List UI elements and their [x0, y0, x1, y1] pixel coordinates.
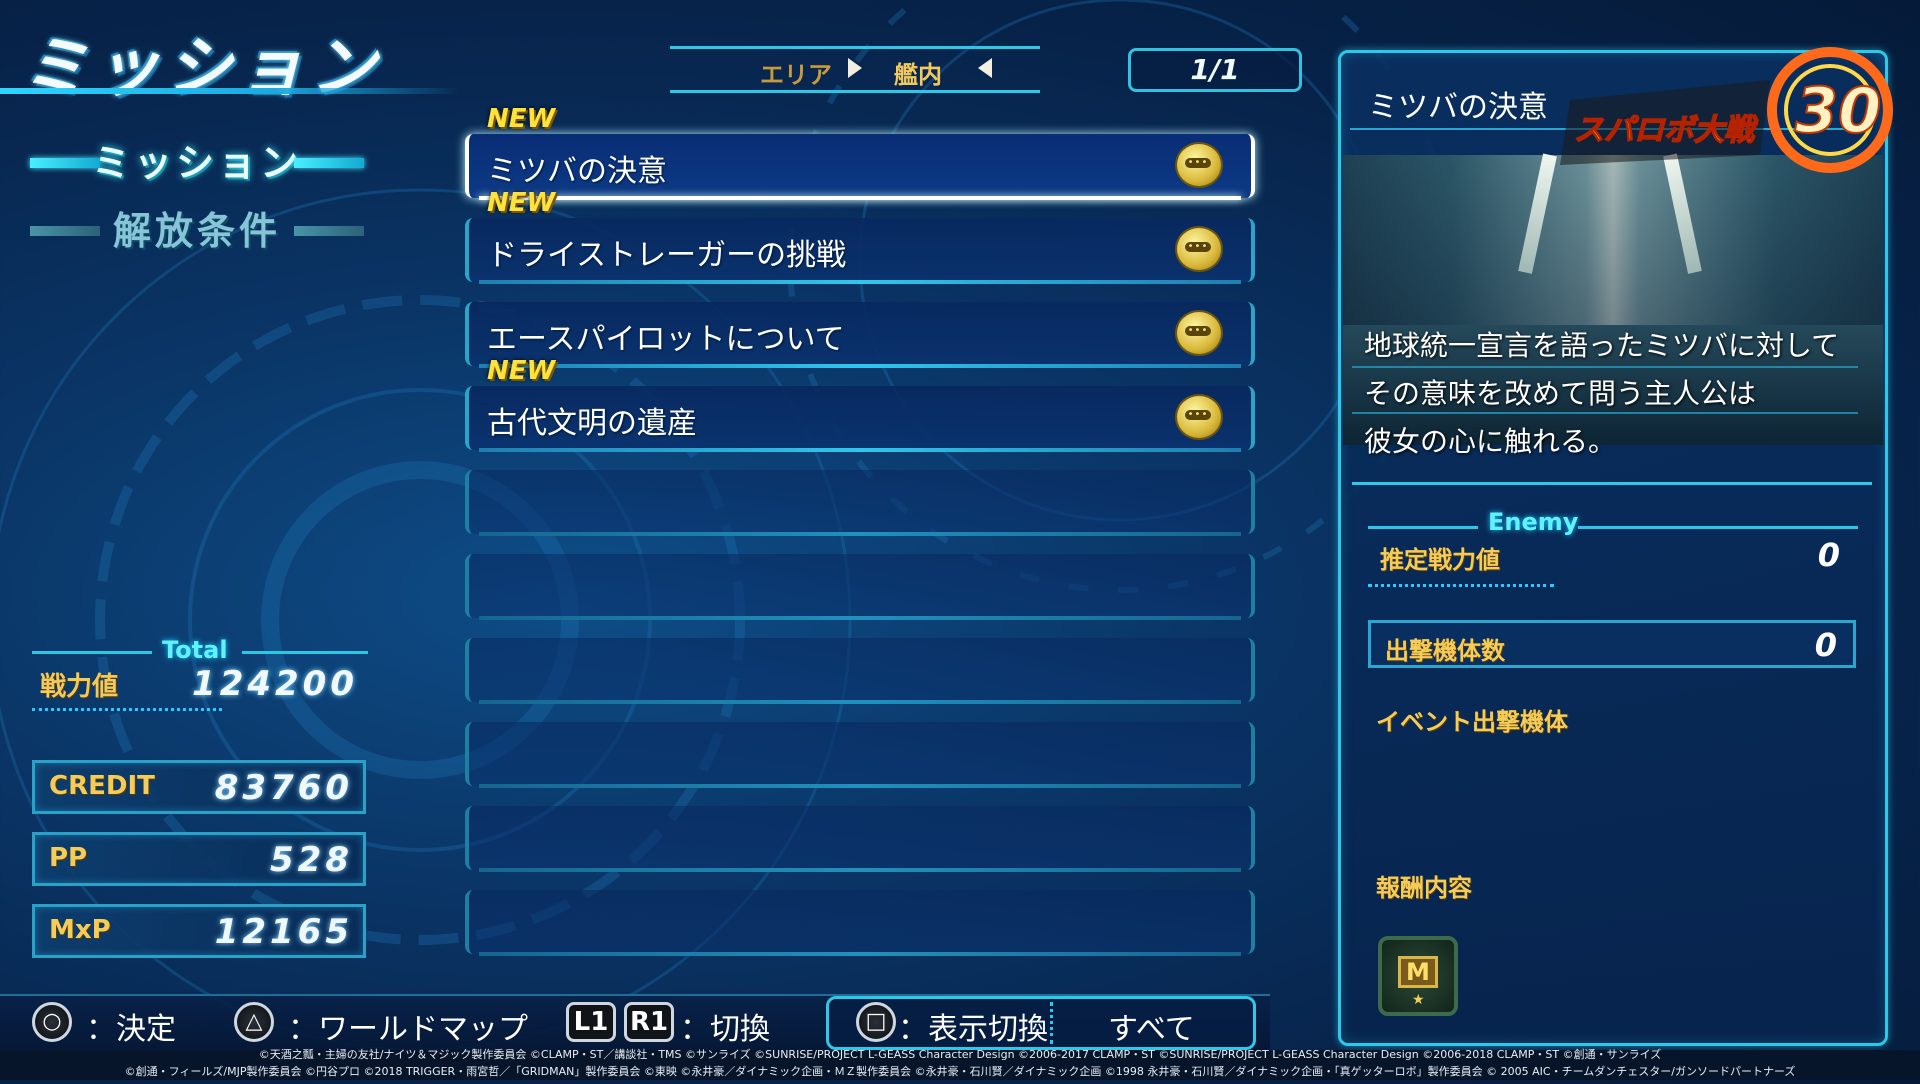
arrow-right-icon[interactable] [848, 58, 862, 78]
mission-name: ミツバの決意 [487, 154, 667, 189]
detail-title: ミツバの決意 [1368, 90, 1548, 125]
chat-bubble-icon: ••• [1175, 226, 1223, 272]
mxp-label: MxP [49, 915, 111, 945]
tab-wing-right [294, 226, 364, 236]
enemy-header-line-left [1368, 526, 1478, 529]
tab-wing-left [30, 226, 100, 236]
pp-label: PP [49, 843, 88, 873]
logo-number: 30 [1795, 74, 1881, 147]
power-value: 124200 [192, 664, 358, 704]
power-underline [32, 708, 222, 711]
credit-box: CREDIT 83760 [32, 760, 366, 814]
new-badge: NEW [487, 188, 556, 218]
mission-name: 古代文明の遺産 [487, 406, 697, 441]
tab-unlock-conditions-label: 解放条件 [112, 209, 281, 253]
description-rule [1352, 366, 1858, 368]
area-rail-top [670, 46, 1040, 49]
sortie-count-value: 0 [1814, 626, 1837, 664]
copyright-line: ©天酒之瓢・主婦の友社/ナイツ＆マジック製作委員会 ©CLAMP・ST／講談社・… [258, 1048, 1662, 1061]
chat-bubble-icon: ••• [1175, 394, 1223, 440]
description-line: 彼女の心に触れる。 [1364, 425, 1617, 458]
empty-mission-slot [465, 890, 1255, 956]
mission-row[interactable]: エースパイロットについて ••• [465, 302, 1255, 368]
area-label: エリア [760, 61, 832, 89]
page-indicator: 1/1 [1128, 48, 1302, 92]
triangle-button-icon: △ [234, 1002, 274, 1042]
description-rule [1352, 412, 1858, 414]
star-icon: ★ [1412, 992, 1425, 1008]
mxp-value: 12165 [214, 912, 353, 952]
total-header-line-left [32, 651, 152, 654]
new-badge: NEW [487, 356, 556, 386]
empty-mission-slot [465, 638, 1255, 704]
estimated-power-label: 推定戦力値 [1380, 546, 1500, 574]
circle-button-icon: ○ [32, 1002, 72, 1042]
tab-wing-right [294, 158, 364, 168]
display-toggle-hint: ：表示切換 [898, 1012, 1048, 1047]
mxp-box: MxP 12165 [32, 904, 366, 958]
mission-name: エースパイロットについて [487, 322, 845, 357]
scene-light-beam [1518, 153, 1557, 274]
filter-separator [1050, 1002, 1053, 1044]
reward-letter: M [1398, 956, 1438, 988]
description-line: 地球統一宣言を語ったミツバに対して [1364, 329, 1840, 362]
event-units-label: イベント出撃機体 [1376, 708, 1568, 736]
logo-title: スパロボ大戦 [1574, 113, 1758, 148]
confirm-hint: ：決定 [86, 1012, 176, 1047]
credit-value: 83760 [214, 768, 353, 808]
tab-wing-left [30, 158, 100, 168]
mission-row[interactable]: NEW ミツバの決意 ••• [465, 104, 1255, 200]
enemy-label: Enemy [1488, 508, 1579, 536]
empty-mission-slot [465, 722, 1255, 788]
square-button-icon: □ [856, 1002, 896, 1042]
power-label: 戦力値 [40, 672, 119, 702]
world-map-hint: ：ワールドマップ [288, 1012, 528, 1047]
l1-button-icon: L1 [566, 1002, 616, 1042]
empty-mission-slot [465, 806, 1255, 872]
estimated-power-underline [1368, 584, 1554, 587]
new-badge: NEW [487, 104, 556, 134]
tab-mission[interactable]: ミッション [30, 140, 364, 186]
area-selector[interactable]: エリア 艦内 [670, 46, 1040, 98]
reward-label: 報酬内容 [1376, 874, 1472, 902]
switch-hint: ：切換 [680, 1012, 770, 1047]
area-value: 艦内 [894, 61, 942, 89]
sortie-count-label: 出撃機体数 [1385, 637, 1505, 665]
mission-row[interactable]: NEW 古代文明の遺産 ••• [465, 356, 1255, 452]
chat-bubble-icon: ••• [1175, 142, 1223, 188]
chat-bubble-icon: ••• [1175, 310, 1223, 356]
sortie-count-box: 出撃機体数 0 [1368, 620, 1856, 668]
total-header: Total [32, 636, 368, 666]
title-underline [0, 88, 460, 94]
credit-label: CREDIT [49, 771, 155, 801]
mission-row[interactable]: NEW ドライストレーガーの挑戦 ••• [465, 188, 1255, 284]
total-header-line-right [242, 651, 368, 654]
empty-mission-slot [465, 470, 1255, 536]
tab-unlock-conditions[interactable]: 解放条件 [30, 208, 364, 254]
enemy-header: Enemy [1368, 508, 1858, 538]
pp-value: 528 [270, 840, 353, 880]
arrow-left-icon[interactable] [978, 58, 992, 78]
game-logo: 30 スパロボ大戦 [1560, 40, 1910, 180]
description-line: その意味を改めて問う主人公は [1364, 377, 1757, 410]
estimated-power-value: 0 [1817, 536, 1840, 574]
copyright-line: ©創通・フィールズ/MJP製作委員会 ©円谷プロ ©2018 TRIGGER・雨… [124, 1065, 1796, 1078]
panel-divider [1352, 482, 1872, 485]
pp-box: PP 528 [32, 832, 366, 886]
empty-mission-slot [465, 554, 1255, 620]
enemy-header-line-right [1578, 526, 1858, 529]
total-label: Total [162, 636, 228, 664]
filter-value[interactable]: すべて [1108, 1004, 1195, 1048]
tab-mission-label: ミッション [91, 141, 302, 185]
page-title: ミッション [22, 29, 382, 106]
r1-button-icon: R1 [624, 1002, 674, 1042]
reward-item-icon[interactable]: M ★ [1378, 936, 1458, 1016]
area-rail-bottom [670, 90, 1040, 93]
mission-name: ドライストレーガーの挑戦 [487, 238, 847, 273]
